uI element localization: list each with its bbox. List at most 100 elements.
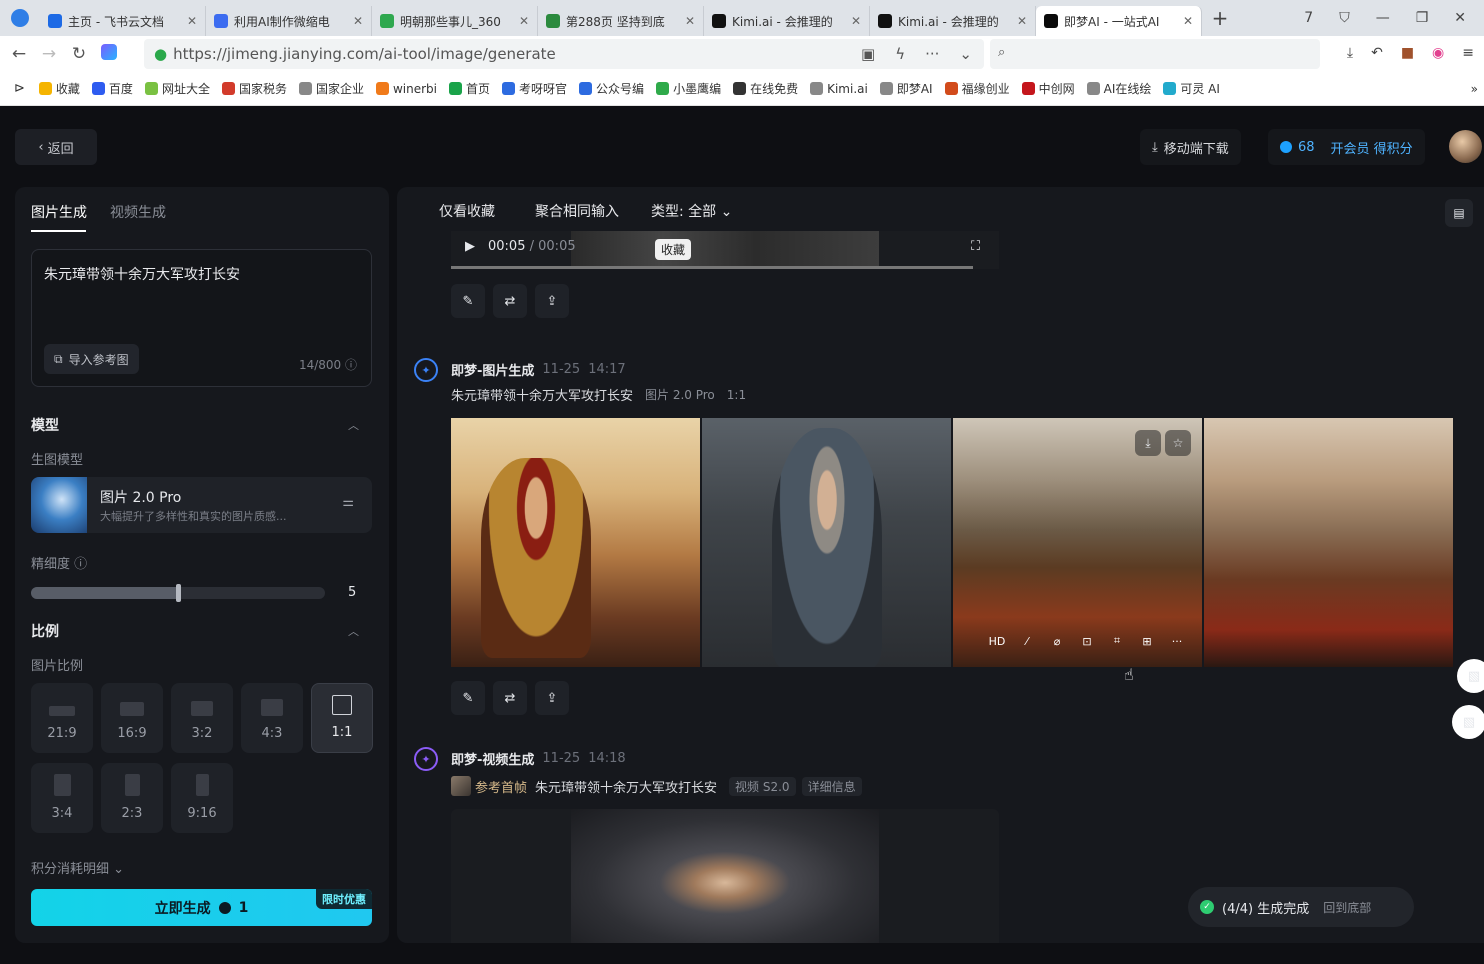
ratio-option[interactable]: 1:1 — [311, 683, 373, 753]
bookmark-item[interactable]: 可灵 AI — [1163, 80, 1220, 97]
ratio-option[interactable]: 4:3 — [241, 683, 303, 753]
bookmark-item[interactable]: 在线免费 — [733, 80, 798, 97]
bookmark-item[interactable]: 中创网 — [1021, 80, 1075, 97]
browser-tab[interactable]: 即梦AI - 一站式AI ✕ — [1036, 6, 1202, 36]
tab-video-gen[interactable]: 视频生成 — [110, 202, 166, 222]
precision-slider[interactable] — [31, 584, 325, 602]
bookmark-item[interactable]: 首页 — [449, 80, 490, 97]
extension-icon[interactable]: ◉ — [1432, 45, 1444, 61]
play-icon[interactable]: ▶ — [465, 239, 475, 254]
filter-aggregate[interactable]: 聚合相同输入 — [535, 201, 619, 221]
generated-image-4[interactable] — [1204, 418, 1453, 667]
generate-button[interactable]: 立即生成 1 限时优惠 — [31, 889, 372, 926]
vip-link[interactable]: 开会员 得积分 — [1331, 138, 1413, 157]
regenerate-button[interactable]: ⇄ — [493, 284, 527, 318]
chevron-down-icon[interactable]: ⌄ — [959, 45, 972, 63]
ratio-option[interactable]: 2:3 — [101, 763, 163, 833]
bookmark-item[interactable]: 公众号编 — [579, 80, 644, 97]
expand-icon[interactable]: ⊡ — [1077, 635, 1097, 648]
ratio-option[interactable]: 16:9 — [101, 683, 163, 753]
bookmark-item[interactable]: 百度 — [91, 80, 133, 97]
import-reference-button[interactable]: ⧉ 导入参考图 — [44, 344, 139, 374]
reload-icon[interactable]: ↻ — [64, 44, 94, 64]
image-side-icon[interactable]: ▧ — [1452, 705, 1484, 739]
crop-icon[interactable]: ⌗ — [1107, 634, 1127, 648]
generated-image-2[interactable] — [702, 418, 951, 667]
minimize-icon[interactable]: — — [1376, 10, 1390, 26]
prompt-textarea[interactable]: 朱元璋带领十余万大军攻打长安 ⧉ 导入参考图 14/800 ⓘ — [31, 249, 372, 387]
video-gen-prompt[interactable]: 朱元璋带领十余万大军攻打长安 — [535, 777, 717, 796]
video-detail-link[interactable]: 详细信息 — [801, 776, 862, 796]
cost-detail-toggle[interactable]: 积分消耗明细 ⌄ — [31, 858, 124, 877]
briefcase-icon[interactable]: ■ — [1401, 45, 1414, 61]
collapse-model-icon[interactable]: ︿ — [348, 417, 359, 433]
bookmark-item[interactable]: AI在线绘 — [1086, 80, 1151, 97]
tab-count-icon[interactable]: 7 — [1304, 10, 1313, 26]
magic-wand-icon[interactable]: ⁄ — [1017, 635, 1037, 648]
bookmark-item[interactable]: 小墨鹰编 — [656, 80, 721, 97]
star-icon[interactable]: ☆ — [1165, 430, 1191, 456]
undo-icon[interactable]: ↶ — [1371, 45, 1383, 61]
close-tab-icon[interactable]: ✕ — [685, 14, 695, 28]
generated-image-3[interactable]: ⤓ ☆ — [953, 418, 1202, 667]
back-button[interactable]: ‹ 返回 — [15, 129, 97, 165]
close-tab-icon[interactable]: ✕ — [353, 14, 363, 28]
ai-icon[interactable] — [94, 43, 124, 65]
ratio-option[interactable]: 3:2 — [171, 683, 233, 753]
bookmark-item[interactable]: 收藏 — [38, 80, 80, 97]
screenshot-icon[interactable]: ▣ — [861, 45, 875, 63]
share-button[interactable]: ⇪ — [535, 284, 569, 318]
browser-tab[interactable]: 利用AI制作微缩电 ✕ — [206, 6, 372, 36]
fullscreen-icon[interactable]: ⛶ — [971, 239, 980, 254]
close-tab-icon[interactable]: ✕ — [519, 14, 529, 28]
bookmark-item[interactable]: winerbi — [375, 80, 437, 97]
bookmark-item[interactable]: 网址大全 — [144, 80, 210, 97]
edit-button[interactable]: ✎ — [451, 284, 485, 318]
close-tab-icon[interactable]: ✕ — [851, 14, 861, 28]
close-window-icon[interactable]: ✕ — [1454, 10, 1466, 26]
new-tab-button[interactable]: + — [1202, 6, 1238, 30]
frame-icon[interactable]: ⊞ — [1137, 635, 1157, 648]
eraser-icon[interactable]: ⌀ — [1047, 635, 1067, 648]
more-icon[interactable]: ··· — [1167, 635, 1187, 648]
tab-image-gen[interactable]: 图片生成 — [31, 202, 87, 222]
regenerate-button[interactable]: ⇄ — [493, 681, 527, 715]
precision-slider-handle[interactable] — [176, 584, 181, 602]
ratio-option[interactable]: 9:16 — [171, 763, 233, 833]
browser-logo-icon[interactable] — [0, 9, 40, 27]
video-player[interactable]: ▶ 00:05 / 00:05 收藏 ⛶ — [451, 231, 999, 269]
video-progress-bar[interactable] — [451, 266, 973, 269]
filter-favorites[interactable]: 仅看收藏 — [439, 201, 495, 221]
generated-video[interactable] — [451, 809, 999, 943]
collapse-ratio-icon[interactable]: ︿ — [348, 623, 359, 639]
more-icon[interactable]: ··· — [925, 45, 939, 63]
url-field[interactable]: ● https://jimeng.jianying.com/ai-tool/im… — [144, 39, 984, 69]
model-card[interactable]: 图片 2.0 Pro 大幅提升了多样性和真实的图片质感... ⚌ — [31, 477, 372, 533]
image-gen-prompt[interactable]: 朱元璋带领十余万大军攻打长安 — [451, 385, 633, 404]
download-icon[interactable]: ⤓ — [1347, 45, 1353, 61]
image-side-icon[interactable]: ▧ — [1457, 659, 1484, 693]
bookmark-item[interactable]: 福缘创业 — [944, 80, 1010, 97]
filter-type[interactable]: 类型: 全部 ⌄ — [651, 201, 732, 221]
points-badge[interactable]: 68 开会员 得积分 — [1268, 129, 1425, 165]
settings-sliders-icon[interactable]: ⚌ — [342, 495, 354, 510]
browser-tab[interactable]: 第288页 坚持到底 ✕ — [538, 6, 704, 36]
restore-icon[interactable]: ❐ — [1416, 10, 1429, 26]
mobile-download-button[interactable]: ⤓ 移动端下载 — [1140, 129, 1241, 165]
hd-button[interactable]: HD — [987, 635, 1007, 648]
ratio-option[interactable]: 21:9 — [31, 683, 93, 753]
folder-icon[interactable]: ▤ — [1445, 199, 1473, 227]
forward-icon[interactable]: → — [34, 44, 64, 64]
menu-icon[interactable]: ≡ — [1462, 45, 1474, 61]
download-icon[interactable]: ⤓ — [1135, 430, 1161, 456]
close-tab-icon[interactable]: ✕ — [187, 14, 197, 28]
sidebar-toggle-icon[interactable]: ⊳ — [14, 81, 25, 96]
back-to-bottom-link[interactable]: 回到底部 — [1323, 899, 1371, 916]
bookmark-item[interactable]: 国家税务 — [221, 80, 287, 97]
bookmark-item[interactable]: 国家企业 — [298, 80, 364, 97]
browser-tab[interactable]: Kimi.ai - 会推理的 ✕ — [704, 6, 870, 36]
bookmark-item[interactable]: 考呀呀官 — [502, 80, 567, 97]
edit-button[interactable]: ✎ — [451, 681, 485, 715]
close-tab-icon[interactable]: ✕ — [1183, 14, 1193, 28]
more-bookmarks-icon[interactable]: » — [1471, 82, 1484, 96]
